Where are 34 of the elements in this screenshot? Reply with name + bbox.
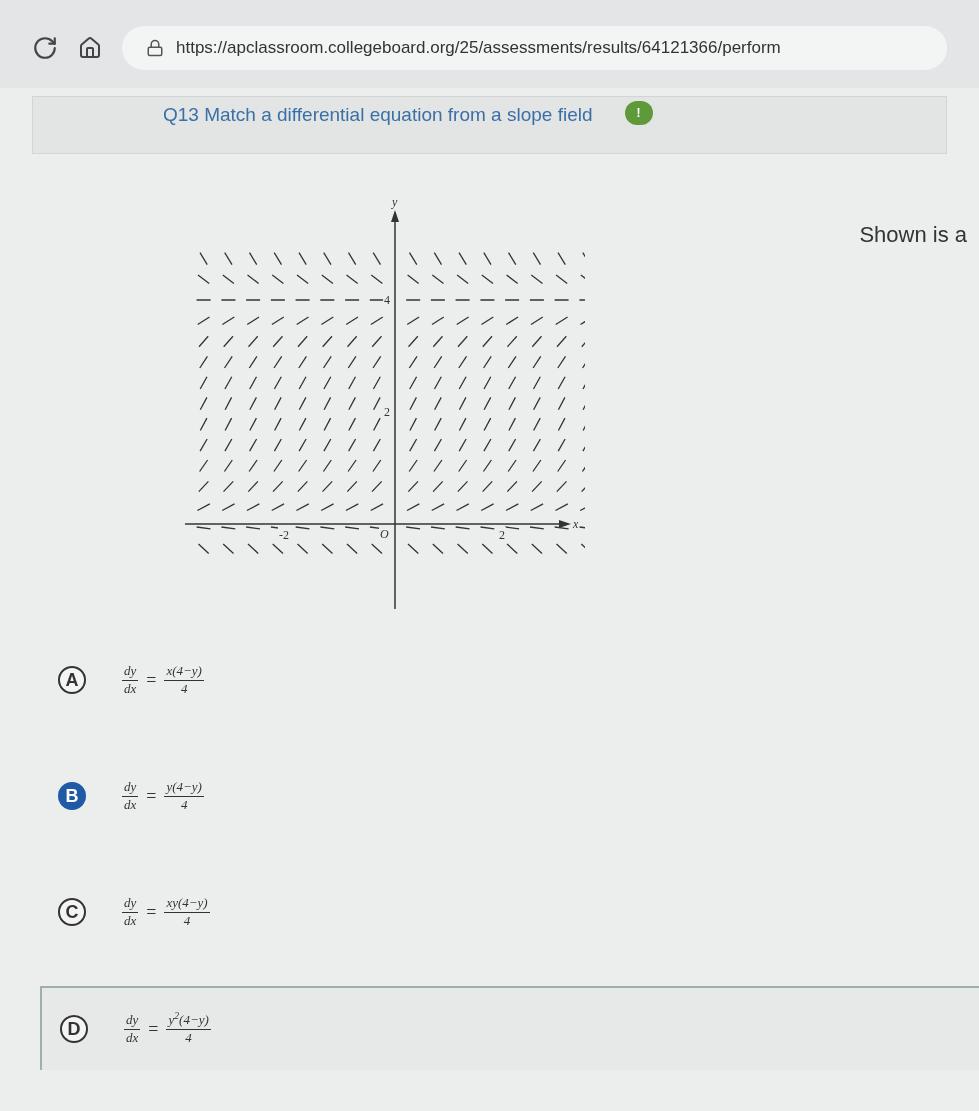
- denominator: 4: [180, 796, 188, 813]
- denominator: dx: [126, 1029, 139, 1046]
- address-bar[interactable]: https://apclassroom.collegeboard.org/25/assessments/results/64121366/perform: [122, 26, 947, 70]
- question-prompt: Shown is a: [859, 221, 967, 249]
- equals-sign: =: [146, 900, 157, 924]
- equals-sign: =: [148, 1017, 159, 1041]
- lock-icon: [146, 39, 164, 57]
- option-letter[interactable]: A: [58, 666, 86, 694]
- question-title: Q13 Match a differential equation from a slope field: [163, 103, 593, 127]
- equals-sign: =: [146, 784, 157, 808]
- denominator: dx: [124, 912, 137, 929]
- denominator: 4: [180, 680, 188, 697]
- numerator: xy(4−y): [164, 895, 210, 913]
- option-letter[interactable]: D: [60, 1015, 88, 1043]
- denominator: dx: [124, 680, 137, 697]
- numerator: y$^{2}$(4−y): [166, 1012, 211, 1030]
- status-badge: !: [624, 101, 653, 125]
- home-icon[interactable]: [78, 36, 102, 60]
- equals-sign: =: [146, 668, 157, 692]
- numerator: y(4−y): [164, 779, 204, 797]
- axis-label: y: [392, 194, 398, 210]
- numerator: dy: [122, 779, 139, 797]
- option-letter[interactable]: C: [58, 898, 86, 926]
- axis-label: x: [573, 516, 579, 532]
- option-letter[interactable]: B: [58, 782, 86, 810]
- numerator: x(4−y): [164, 663, 204, 681]
- numerator: dy: [122, 895, 139, 913]
- numerator: dy: [124, 1012, 141, 1030]
- numerator: dy: [122, 663, 139, 681]
- url-text: https://apclassroom.collegeboard.org/25/assessments/results/64121366/perform: [176, 37, 781, 60]
- reload-icon[interactable]: [32, 35, 58, 61]
- denominator: 4: [185, 1029, 192, 1046]
- denominator: dx: [124, 796, 137, 813]
- denominator: 4: [183, 912, 191, 929]
